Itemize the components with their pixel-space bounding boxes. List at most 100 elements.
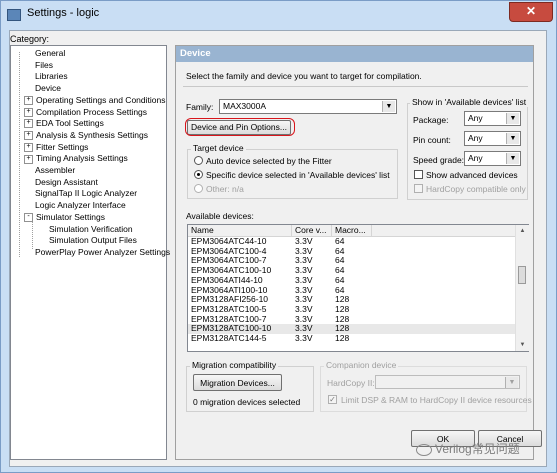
migration-status: 0 migration devices selected [193,397,301,407]
close-button[interactable]: ✕ [509,2,553,22]
hardcopy-ii-select[interactable]: ▼ [375,375,520,389]
tree-item-label: Compilation Process Settings [36,106,148,117]
tree-item-label: Logic Analyzer Interface [35,200,126,211]
tree-item-label: Fitter Settings [36,141,89,152]
tree-item-timing-analysis-settings[interactable]: + Timing Analysis Settings [24,153,128,164]
tree-item-analysis-synthesis-settings[interactable]: + Analysis & Synthesis Settings [24,130,148,141]
tree-item-files[interactable]: Files [35,60,53,71]
radio-auto-device-label: Auto device selected by the Fitter [206,156,332,166]
pin-count-label: Pin count: [413,135,451,145]
separator [183,86,528,87]
family-label: Family: [186,102,214,112]
window-title: Settings - logic [27,7,100,19]
chevron-down-icon: ▼ [505,377,518,388]
speed-grade-value: Any [468,153,483,163]
panel-header: Device [176,46,533,62]
chevron-down-icon: ▼ [506,133,519,144]
tree-item-simulator-settings[interactable]: - Simulator Settings [24,212,105,223]
package-label: Package: [413,115,449,125]
migration-devices-button[interactable]: Migration Devices... [193,374,282,391]
companion-group [320,366,527,412]
tree-item-assembler[interactable]: Assembler [35,165,75,176]
radio-specific-device[interactable] [194,170,203,179]
watermark-text: Verilog常见问题 [435,442,520,456]
speed-grade-select[interactable]: Any ▼ [464,151,521,166]
hardcopy-compatible-checkbox[interactable] [414,184,423,193]
radio-other-device[interactable] [194,184,203,193]
expand-icon[interactable]: + [24,142,33,152]
expand-icon[interactable]: + [24,131,33,141]
tree-item-label: Simulation Output Files [49,235,137,246]
tree-item-label: Analysis & Synthesis Settings [36,129,148,140]
expand-icon[interactable]: + [24,154,33,164]
scroll-thumb[interactable] [518,266,526,284]
show-advanced-checkbox[interactable] [414,170,423,179]
panel-description: Select the family and device you want to… [186,71,422,81]
tree-item-fitter-settings[interactable]: + Fitter Settings [24,142,88,153]
tree-item-label: Assembler [35,165,76,175]
expand-icon[interactable]: + [24,107,33,117]
scroll-up-icon[interactable]: ▲ [516,225,529,237]
expand-icon[interactable]: + [24,96,33,106]
companion-title: Companion device [324,360,399,370]
tree-item-label: EDA Tool Settings [36,118,104,129]
chevron-down-icon: ▼ [506,153,519,164]
device-name-cell: EPM3128ATC144-5 [191,333,267,343]
show-in-title: Show in 'Available devices' list [410,97,529,107]
tree-item-label: Libraries [35,71,68,82]
tree-item-simulation-output-files[interactable]: Simulation Output Files [49,235,137,246]
hardcopy-compatible-label: HardCopy compatible only [426,184,526,194]
tree-item-operating-settings-and-conditions[interactable]: + Operating Settings and Conditions [24,95,165,106]
collapse-icon[interactable]: - [24,213,33,223]
limit-dsp-checkbox[interactable]: ✓ [328,395,337,404]
speed-grade-label: Speed grade: [413,155,465,165]
available-devices-label: Available devices: [186,211,254,221]
tree-item-simulation-verification[interactable]: Simulation Verification [49,224,133,235]
available-devices-table: Name Core v... Macro... EPM3064ATC44-10 3… [187,224,529,352]
tree-item-logic-analyzer-interface[interactable]: Logic Analyzer Interface [35,200,126,211]
pin-count-select[interactable]: Any ▼ [464,131,521,146]
target-device-title: Target device [191,143,246,153]
tree-item-label: Timing Analysis Settings [36,153,128,164]
tree-guide [32,222,33,249]
macrocells-cell: 128 [335,333,350,343]
table-row[interactable]: EPM3128ATC144-5 3.3V 128 [188,333,515,344]
tree-item-label: Operating Settings and Conditions [36,94,166,105]
package-value: Any [468,113,483,123]
tree-item-label: SignalTap II Logic Analyzer [35,188,138,199]
tree-item-compilation-process-settings[interactable]: + Compilation Process Settings [24,107,147,118]
tree-item-signaltap-ii-logic-analyzer[interactable]: SignalTap II Logic Analyzer [35,188,137,199]
migration-title: Migration compatibility [190,360,279,370]
chevron-down-icon: ▼ [382,101,395,112]
family-select[interactable]: MAX3000A ▼ [219,99,397,114]
tree-item-general[interactable]: General [35,48,65,59]
title-bar[interactable]: Settings - logic ✕ [1,1,556,29]
tree-item-label: General [35,48,66,58]
red-highlight-annotation [185,118,295,136]
pin-count-value: Any [468,133,483,143]
devices-scrollbar[interactable]: ▲ ▼ [515,225,529,351]
limit-dsp-label: Limit DSP & RAM to HardCopy II device re… [341,395,532,405]
column-header-filler [372,225,515,237]
tree-item-device[interactable]: Device [35,83,61,94]
tree-item-label: Simulation Verification [49,223,133,234]
radio-other-device-label: Other: n/a [206,184,244,194]
core-voltage-cell: 3.3V [295,333,313,343]
tree-guide [19,52,20,257]
tree-item-libraries[interactable]: Libraries [35,71,68,82]
tree-item-powerplay-power-analyzer-settings[interactable]: PowerPlay Power Analyzer Settings [35,247,170,258]
tree-item-design-assistant[interactable]: Design Assistant [35,177,98,188]
tree-item-label: PowerPlay Power Analyzer Settings [35,246,171,257]
hardcopy-ii-label: HardCopy II: [327,378,375,388]
tree-item-label: Design Assistant [35,176,98,187]
radio-auto-device[interactable] [194,156,203,165]
watermark: Verilog常见问题 [416,440,520,457]
tree-item-label: Simulator Settings [36,211,105,222]
scroll-down-icon[interactable]: ▼ [516,339,529,351]
app-icon [7,9,21,21]
chevron-down-icon: ▼ [506,113,519,124]
tree-item-label: Files [35,59,53,70]
expand-icon[interactable]: + [24,119,33,129]
package-select[interactable]: Any ▼ [464,111,521,126]
tree-item-eda-tool-settings[interactable]: + EDA Tool Settings [24,118,104,129]
